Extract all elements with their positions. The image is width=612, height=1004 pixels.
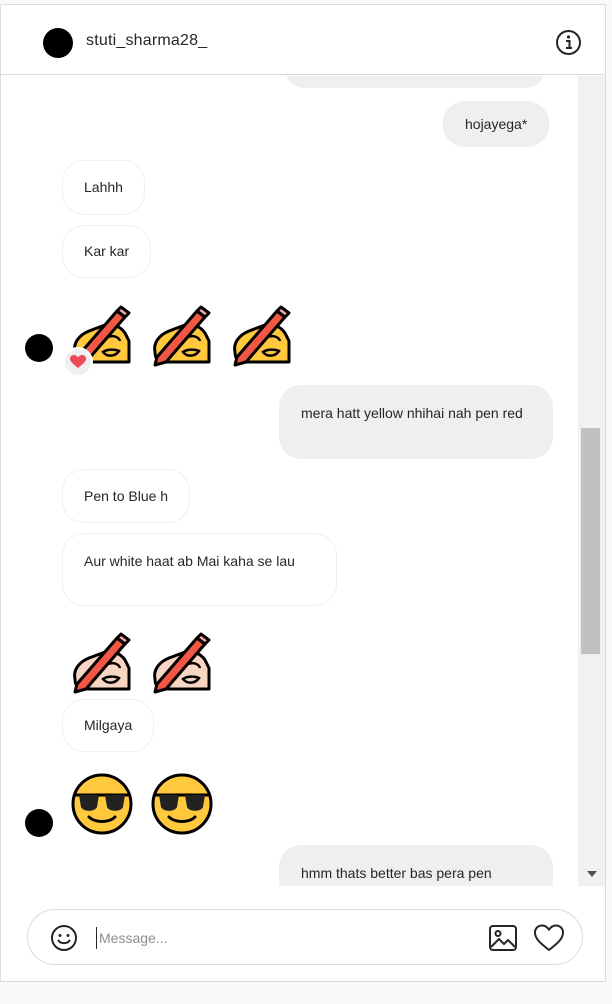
smiling-face-with-sunglasses-emoji: [69, 773, 135, 835]
message-text: Kar kar: [84, 243, 130, 259]
smiling-face-with-sunglasses-emoji: [149, 773, 215, 835]
outgoing-message: mera hatt yellow nhihai nah pen red: [279, 385, 553, 459]
message-reaction[interactable]: [63, 347, 93, 377]
message-thread[interactable]: hojayega* Lahhh Kar kar mera hatt yellow…: [1, 76, 577, 886]
writing-hand-emoji: [149, 305, 215, 367]
message-composer: [27, 909, 583, 965]
scrollbar-thumb[interactable]: [581, 428, 600, 654]
incoming-message: Lahhh: [62, 160, 145, 215]
incoming-message: Aur white haat ab Mai kaha se lau: [62, 533, 337, 606]
writing-hand-light-skin-emoji: [69, 632, 135, 694]
info-icon[interactable]: [555, 29, 582, 56]
scroll-down-arrow-icon[interactable]: [587, 871, 597, 877]
writing-hand-emoji: [229, 305, 295, 367]
incoming-message: Milgaya: [62, 699, 155, 752]
chat-header: stuti_sharma28_: [1, 5, 605, 75]
sender-avatar: [25, 334, 53, 362]
message-text: hojayega*: [465, 115, 528, 132]
chat-username[interactable]: stuti_sharma28_: [86, 32, 207, 50]
smiley-icon[interactable]: [50, 924, 78, 952]
outgoing-message: hmm thats better bas pera pen: [279, 845, 553, 886]
message-text: hmm thats better bas pera pen: [301, 865, 492, 881]
incoming-message: Kar kar: [62, 225, 152, 278]
message-text: mera hatt yellow nhihai nah pen red: [301, 405, 523, 421]
incoming-message: Pen to Blue h: [62, 469, 191, 523]
image-icon[interactable]: [488, 924, 518, 952]
chat-window: stuti_sharma28_ hojayega* Lahhh Kar kar: [0, 4, 606, 982]
outgoing-message-partial: [284, 76, 546, 88]
outgoing-message: hojayega*: [443, 101, 550, 147]
avatar[interactable]: [43, 28, 73, 58]
message-text: Pen to Blue h: [84, 487, 169, 504]
sender-avatar: [25, 809, 53, 837]
message-text: Lahhh: [84, 179, 123, 195]
message-text: Aur white haat ab Mai kaha se lau: [84, 553, 295, 569]
writing-hand-light-skin-emoji: [149, 632, 215, 694]
scrollbar[interactable]: [578, 76, 605, 886]
message-text: Milgaya: [84, 717, 133, 733]
heart-icon[interactable]: [533, 923, 565, 953]
message-input[interactable]: [96, 927, 476, 949]
red-heart-icon: [70, 355, 86, 368]
